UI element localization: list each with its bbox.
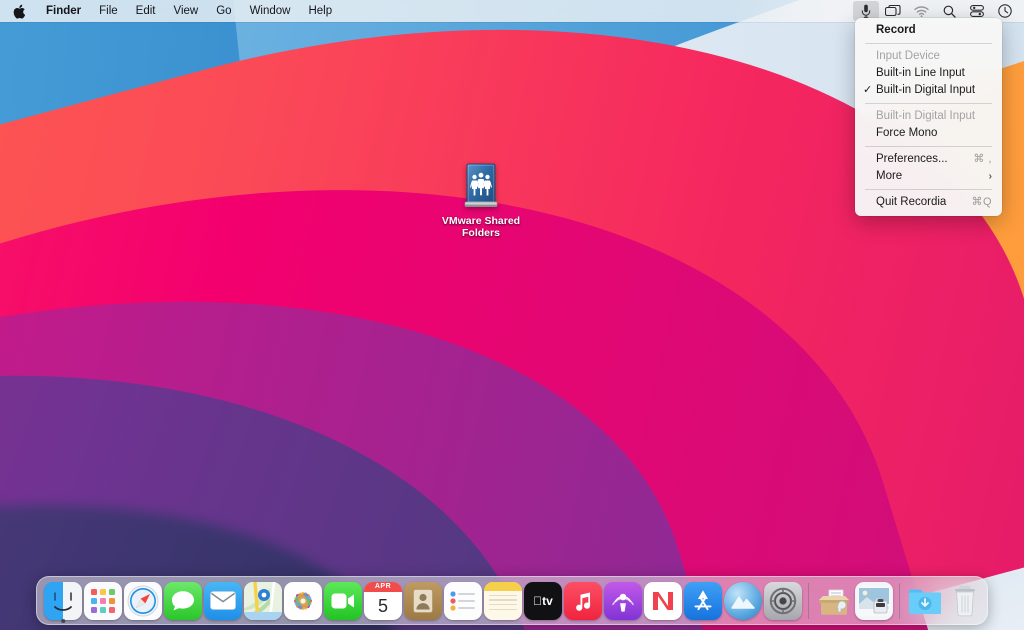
calendar-icon: APR 5 xyxy=(364,582,402,620)
dock-item-news[interactable] xyxy=(643,580,683,622)
dock-item-calendar[interactable]: APR 5 xyxy=(363,580,403,622)
menu-item-quit-recordia[interactable]: Quit Recordia ⌘Q xyxy=(855,194,1002,211)
menu-item-label: Force Mono xyxy=(876,125,937,142)
dock-item-facetime[interactable] xyxy=(323,580,363,622)
dock: APR 5 xyxy=(36,576,988,625)
menu-item-preferences[interactable]: Preferences... ⌘ , xyxy=(855,151,1002,168)
apple-logo-icon[interactable] xyxy=(0,0,37,22)
notes-icon xyxy=(484,582,522,620)
dock-item-safari[interactable] xyxy=(123,580,163,622)
keynote-icon xyxy=(724,582,762,620)
dock-item-notes[interactable] xyxy=(483,580,523,622)
menu-item-label: More xyxy=(876,168,902,185)
desktop-icon-label-line2: Folders xyxy=(462,227,500,239)
dock-item-launchpad[interactable] xyxy=(83,580,123,622)
menu-bar-left: Finder File Edit View Go Window Help xyxy=(0,0,341,22)
vmware-shared-folders-drive-icon xyxy=(458,160,504,210)
menu-bar-item-go[interactable]: Go xyxy=(207,0,240,22)
messages-icon xyxy=(164,582,202,620)
dock-item-keynote[interactable] xyxy=(723,580,763,622)
menu-item-shortcut: ⌘Q xyxy=(971,194,992,211)
menu-separator xyxy=(865,146,992,147)
maps-icon xyxy=(244,582,282,620)
menu-bar-item-view[interactable]: View xyxy=(165,0,208,22)
dock-item-contacts[interactable] xyxy=(403,580,443,622)
apple-tv-icon: tv xyxy=(524,582,562,620)
running-indicator-dot xyxy=(61,619,65,623)
dock-item-messages[interactable] xyxy=(163,580,203,622)
menu-item-label: Preferences... xyxy=(876,151,948,168)
dock-item-reminders[interactable] xyxy=(443,580,483,622)
contacts-icon xyxy=(404,582,442,620)
photos-icon xyxy=(284,582,322,620)
dock-item-tv[interactable]: tv xyxy=(523,580,563,622)
notes-lines xyxy=(484,591,522,620)
calendar-day-label: 5 xyxy=(378,592,388,620)
mail-icon xyxy=(204,582,242,620)
dock-item-trash[interactable] xyxy=(945,580,985,622)
reminders-icon xyxy=(444,582,482,620)
dock-item-system-preferences[interactable] xyxy=(763,580,803,622)
menu-item-built-in-digital-input[interactable]: ✓ Built-in Digital Input xyxy=(855,82,1002,99)
dock-item-music[interactable] xyxy=(563,580,603,622)
dock-item-podcasts[interactable] xyxy=(603,580,643,622)
dock-item-app-store[interactable] xyxy=(683,580,723,622)
recordia-status-menu: Record Input Device Built-in Line Input … xyxy=(855,18,1002,216)
menu-item-record[interactable]: Record xyxy=(855,22,1002,39)
menu-separator xyxy=(865,103,992,104)
dock-item-downloads-folder[interactable] xyxy=(905,580,945,622)
chevron-right-icon: › xyxy=(989,168,992,185)
downloads-folder-icon xyxy=(906,582,944,620)
archive-utility-icon xyxy=(815,582,853,620)
dock-item-finder[interactable] xyxy=(43,580,83,622)
checkmark-icon: ✓ xyxy=(863,82,872,99)
menu-section-header-input-device: Input Device xyxy=(855,48,1002,65)
menu-item-built-in-line-input[interactable]: Built-in Line Input xyxy=(855,65,1002,82)
dock-separator xyxy=(899,583,900,619)
menu-section-header-built-in-digital-input: Built-in Digital Input xyxy=(855,108,1002,125)
dock-item-maps[interactable] xyxy=(243,580,283,622)
menu-bar-item-file[interactable]: File xyxy=(90,0,127,22)
desktop-icon-vmware-shared-folders[interactable]: VMware Shared Folders xyxy=(440,160,522,239)
apple-tv-wordmark: tv xyxy=(533,594,553,608)
menu-separator xyxy=(865,43,992,44)
dock-item-archive-utility[interactable] xyxy=(814,580,854,622)
menu-item-force-mono[interactable]: Force Mono xyxy=(855,125,1002,142)
menu-item-more[interactable]: More › xyxy=(855,168,1002,185)
dock-item-mail[interactable] xyxy=(203,580,243,622)
menu-bar-item-finder[interactable]: Finder xyxy=(37,0,90,22)
podcasts-icon xyxy=(604,582,642,620)
image-capture-icon xyxy=(855,582,893,620)
system-preferences-gear-icon xyxy=(764,582,802,620)
app-store-icon xyxy=(684,582,722,620)
dock-item-image-capture[interactable] xyxy=(854,580,894,622)
news-icon xyxy=(644,582,682,620)
menu-bar-item-help[interactable]: Help xyxy=(299,0,341,22)
menu-item-label: Built-in Line Input xyxy=(876,65,965,82)
menu-item-label: Quit Recordia xyxy=(876,194,946,211)
launchpad-icon xyxy=(84,582,122,620)
menu-bar-item-window[interactable]: Window xyxy=(241,0,300,22)
music-icon xyxy=(564,582,602,620)
dock-item-photos[interactable] xyxy=(283,580,323,622)
menu-item-shortcut: ⌘ , xyxy=(973,151,992,168)
menu-bar-item-edit[interactable]: Edit xyxy=(127,0,165,22)
finder-icon xyxy=(44,582,82,620)
notes-header-strip xyxy=(484,582,522,591)
trash-icon xyxy=(946,582,984,620)
safari-icon xyxy=(124,582,162,620)
desktop-icon-label: VMware Shared Folders xyxy=(442,215,520,239)
menu-item-label: Built-in Digital Input xyxy=(876,82,975,99)
menu-separator xyxy=(865,189,992,190)
calendar-month-label: APR xyxy=(364,582,402,592)
dock-separator xyxy=(808,583,809,619)
facetime-icon xyxy=(324,582,362,620)
desktop-icon-label-line1: VMware Shared xyxy=(442,215,520,227)
